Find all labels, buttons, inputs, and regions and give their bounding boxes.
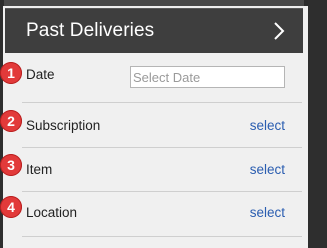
step-badge-1: 1 — [0, 62, 22, 84]
location-select-link[interactable]: select — [250, 205, 285, 220]
filter-panel-frame: Past Deliveries 1 Date 2 Subscription se… — [0, 0, 327, 248]
date-input[interactable] — [130, 66, 285, 88]
chevron-right-icon — [274, 22, 285, 40]
item-label: Item — [26, 162, 53, 177]
divider — [22, 191, 302, 192]
step-badge-4: 4 — [0, 196, 22, 218]
divider — [22, 236, 302, 237]
past-deliveries-header[interactable]: Past Deliveries — [5, 8, 303, 53]
item-select-link[interactable]: select — [250, 162, 285, 177]
step-badge-3: 3 — [0, 154, 22, 176]
location-label: Location — [26, 205, 78, 220]
subscription-select-link[interactable]: select — [250, 118, 285, 133]
header-title: Past Deliveries — [26, 20, 155, 41]
divider — [22, 147, 302, 148]
step-badge-2: 2 — [0, 110, 22, 132]
divider — [22, 102, 302, 103]
subscription-label: Subscription — [26, 118, 101, 133]
right-side-bar — [308, 0, 327, 248]
date-label: Date — [26, 67, 55, 82]
